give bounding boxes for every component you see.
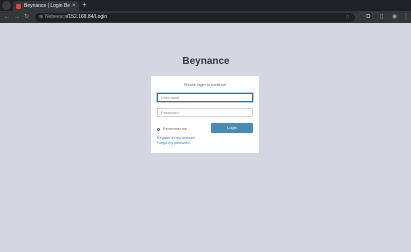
url-host: Nebeesca [45,13,68,20]
tab-search-icon[interactable] [2,1,11,10]
username-input[interactable] [157,93,253,102]
browser-menu-icon[interactable]: ⋮ [403,12,409,22]
register-link[interactable]: Register a new account [157,136,195,140]
extensions-icon[interactable]: ⧉ [366,12,370,22]
profile-icon[interactable]: ◉ [392,12,397,22]
brand-title: Beynance [182,56,230,67]
url-path: /152.168.84/Login [67,13,108,20]
password-input[interactable] [157,108,253,117]
remember-me-checkbox[interactable] [157,127,160,131]
reload-icon[interactable]: ↻ [24,12,29,22]
forgot-password-link[interactable]: Forgot my password [157,141,190,145]
bookmark-star-icon[interactable]: ☆ [346,13,350,22]
forward-icon[interactable]: → [14,12,20,22]
favicon-icon [16,3,21,9]
tab-title: Beynance | Login Beynance [24,3,70,9]
tab-close-icon[interactable]: × [72,2,76,10]
sidepanel-icon[interactable]: ▯ [380,12,383,22]
browser-tab-bar: Beynance | Login Beynance × + [0,0,411,11]
login-button[interactable]: Login [211,123,253,133]
login-message: Please login to continue [183,82,227,87]
remember-me[interactable]: Remember me [157,126,187,132]
back-icon[interactable]: ← [4,12,10,22]
address-bar[interactable]: ⊜ Nebeesca /152.168.84/Login ☆ [35,12,355,22]
site-info-icon[interactable]: ⊜ [39,13,43,22]
new-tab-button[interactable]: + [82,0,87,10]
browser-tab[interactable]: Beynance | Login Beynance × [13,1,79,11]
remember-me-label: Remember me [163,127,187,131]
login-card: Please login to continue Remember me Log… [151,76,259,153]
browser-toolbar: ← → ↻ ⊜ Nebeesca /152.168.84/Login ☆ ⧉ ▯… [0,11,411,23]
